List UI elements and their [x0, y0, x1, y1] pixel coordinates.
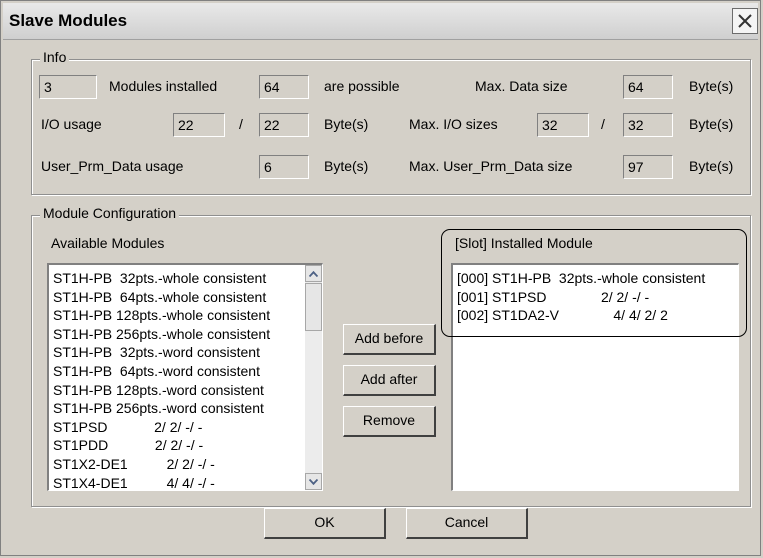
list-item[interactable]: [000] ST1H-PB 32pts.-whole consistent: [453, 269, 738, 288]
close-icon: [738, 14, 752, 28]
list-item[interactable]: ST1H-PB 64pts.-whole consistent: [49, 288, 307, 307]
slave-modules-dialog: Slave Modules Info 3 Modules installed 6…: [0, 0, 761, 556]
list-item[interactable]: ST1X4-DE1 4/ 4/ -/ -: [49, 474, 307, 490]
io-usage-in-field: 22: [173, 113, 225, 137]
list-item[interactable]: ST1H-PB 64pts.-word consistent: [49, 362, 307, 381]
remove-button[interactable]: Remove: [343, 406, 436, 437]
list-item[interactable]: [001] ST1PSD 2/ 2/ -/ -: [453, 288, 738, 307]
scroll-up-button[interactable]: [305, 265, 322, 282]
user-prm-field: 6: [259, 155, 309, 179]
cancel-button[interactable]: Cancel: [406, 508, 528, 539]
available-modules-items: ST1H-PB 32pts.-whole consistent ST1H-PB …: [49, 265, 307, 490]
vertical-scrollbar[interactable]: [305, 265, 322, 490]
list-item[interactable]: [002] ST1DA2-V 4/ 4/ 2/ 2: [453, 306, 738, 325]
add-before-button[interactable]: Add before: [343, 324, 436, 355]
ok-button[interactable]: OK: [264, 508, 386, 539]
close-button[interactable]: [732, 8, 758, 34]
available-modules-label: Available Modules: [51, 235, 165, 251]
list-item[interactable]: ST1H-PB 256pts.-whole consistent: [49, 325, 307, 344]
io-usage-out-field: 22: [259, 113, 309, 137]
list-item[interactable]: ST1H-PB 128pts.-whole consistent: [49, 306, 307, 325]
modules-installed-field: 3: [39, 75, 97, 99]
info-legend: Info: [40, 49, 70, 65]
possible-label: are possible: [324, 78, 400, 94]
scroll-thumb[interactable]: [305, 283, 322, 331]
chevron-up-icon: [309, 270, 318, 277]
max-data-label: Max. Data size: [475, 78, 568, 94]
list-item[interactable]: ST1X2-DE1 2/ 2/ -/ -: [49, 455, 307, 474]
add-after-button[interactable]: Add after: [343, 365, 436, 396]
user-prm-label: User_Prm_Data usage: [41, 158, 184, 174]
max-data-field: 64: [623, 75, 673, 99]
max-user-prm-field: 97: [623, 155, 673, 179]
list-item[interactable]: ST1H-PB 32pts.-word consistent: [49, 343, 307, 362]
possible-field: 64: [259, 75, 309, 99]
max-io-out-field: 32: [623, 113, 673, 137]
title-bar[interactable]: Slave Modules: [3, 3, 758, 40]
max-io-unit: Byte(s): [689, 116, 734, 132]
io-usage-unit: Byte(s): [324, 116, 369, 132]
max-data-unit: Byte(s): [689, 78, 734, 94]
window-title: Slave Modules: [9, 11, 128, 30]
max-user-prm-label: Max. User_Prm_Data size: [409, 158, 573, 174]
installed-modules-label: [Slot] Installed Module: [455, 235, 593, 251]
list-item[interactable]: ST1H-PB 32pts.-whole consistent: [49, 269, 307, 288]
installed-modules-list[interactable]: [000] ST1H-PB 32pts.-whole consistent [0…: [451, 263, 739, 491]
modules-installed-label: Modules installed: [109, 78, 218, 94]
list-item[interactable]: ST1H-PB 256pts.-word consistent: [49, 399, 307, 418]
chevron-down-icon: [309, 478, 318, 485]
max-user-prm-unit: Byte(s): [689, 158, 734, 174]
max-io-in-field: 32: [537, 113, 589, 137]
user-prm-unit: Byte(s): [324, 158, 369, 174]
io-usage-label: I/O usage: [41, 116, 102, 132]
module-config-legend: Module Configuration: [40, 205, 180, 221]
list-item[interactable]: ST1PSD 2/ 2/ -/ -: [49, 418, 307, 437]
list-item[interactable]: ST1PDD 2/ 2/ -/ -: [49, 436, 307, 455]
io-usage-slash: /: [239, 116, 243, 132]
installed-modules-items: [000] ST1H-PB 32pts.-whole consistent [0…: [453, 265, 738, 325]
max-io-slash: /: [601, 116, 605, 132]
available-modules-list[interactable]: ST1H-PB 32pts.-whole consistent ST1H-PB …: [47, 263, 323, 491]
max-io-label: Max. I/O sizes: [409, 116, 498, 132]
list-item[interactable]: ST1H-PB 128pts.-word consistent: [49, 381, 307, 400]
scroll-down-button[interactable]: [305, 473, 322, 490]
